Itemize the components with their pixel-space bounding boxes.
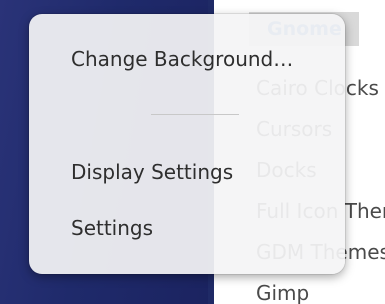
display-settings-menu-item[interactable]: Display Settings (29, 149, 345, 195)
desktop-context-menu: Change Background… Display Settings Sett… (29, 14, 345, 274)
menu-separator (151, 114, 239, 115)
screen: Gnome Cairo Clocks Cursors Docks Full Ic… (0, 0, 385, 304)
change-background-menu-item[interactable]: Change Background… (29, 36, 345, 82)
category-item[interactable]: Gimp (256, 275, 385, 304)
settings-menu-item[interactable]: Settings (29, 205, 345, 251)
